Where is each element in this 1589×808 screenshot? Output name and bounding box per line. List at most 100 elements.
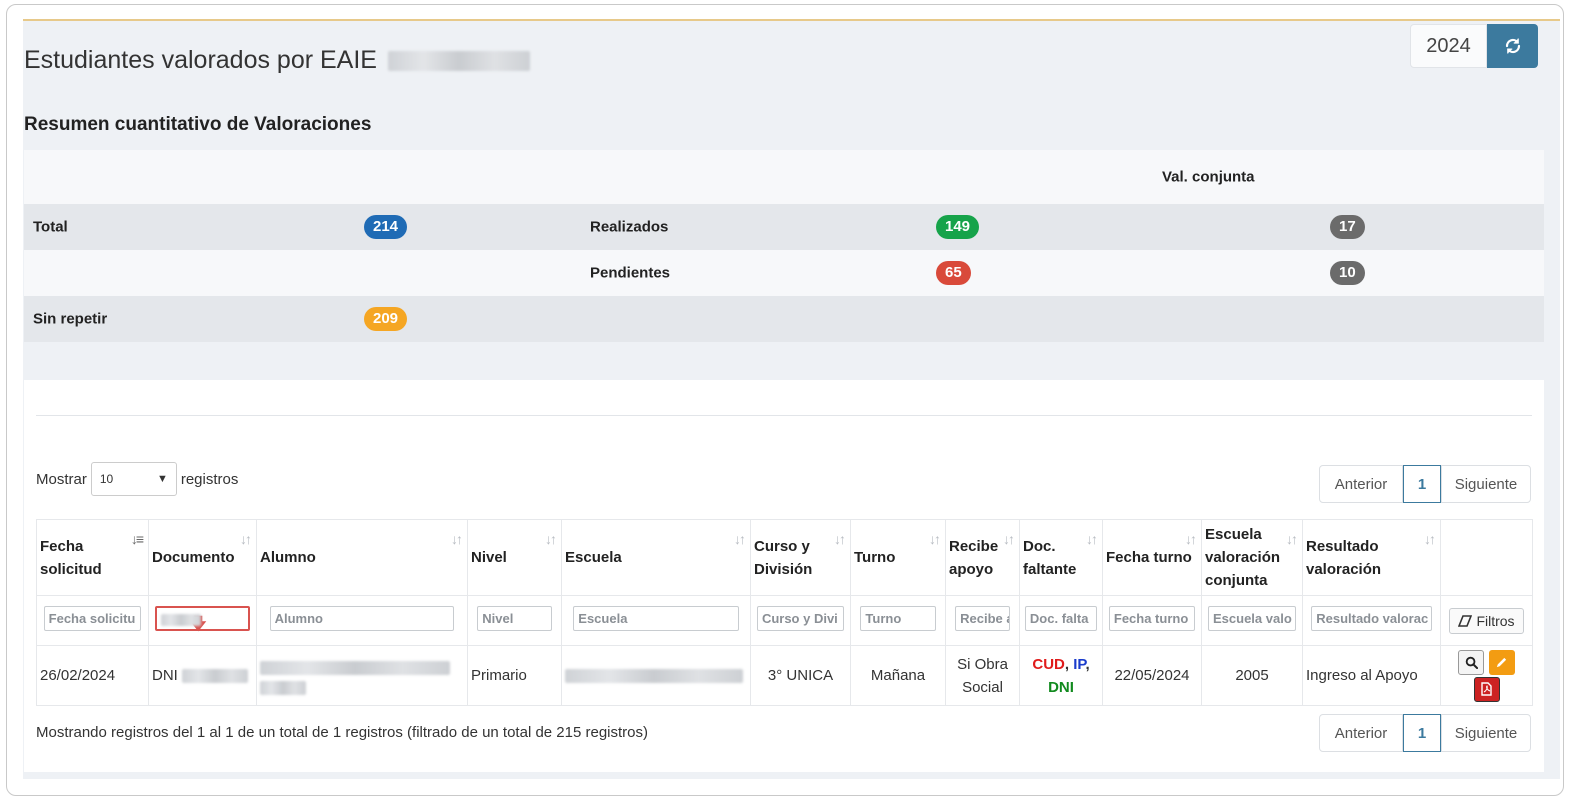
chevron-down-icon: ▼ [156, 473, 168, 485]
cell-doc-faltante: CUD, IP, DNI [1019, 645, 1103, 706]
filter-documento[interactable] [155, 605, 250, 631]
refresh-button[interactable] [1487, 24, 1538, 68]
filter-curso[interactable]: Curso y Divi [756, 605, 845, 631]
col-resultado[interactable]: Resultado valoración ↓↑ [1302, 519, 1441, 596]
eraser-icon [1458, 614, 1473, 627]
redacted-school [565, 669, 743, 684]
cell-curso: 3° UNICA [750, 645, 851, 706]
cell-actions [1440, 645, 1533, 706]
col-doc-faltante[interactable]: Doc. faltante ↓↑ [1019, 519, 1103, 596]
cell-nivel: Primario [467, 645, 562, 706]
registros-label: registros [180, 470, 239, 488]
sort-icon: ↓↑ [1286, 531, 1298, 547]
col-curso[interactable]: Curso y División ↓↑ [750, 519, 851, 596]
col-escuela[interactable]: Escuela ↓↑ [561, 519, 751, 596]
filter-turno[interactable]: Turno [860, 605, 936, 631]
col-nivel[interactable]: Nivel ↓↑ [467, 519, 562, 596]
doc-separator-2: , [1085, 655, 1090, 673]
filter-fecha-solicitud[interactable]: Fecha solicitu [43, 605, 142, 631]
filters-button[interactable]: Filtros [1449, 607, 1524, 634]
sort-icon: ↓↑ [834, 531, 846, 547]
filter-escuela-conjunta[interactable]: Escuela valo [1208, 605, 1296, 631]
records-table: Fecha solicitud↓≡ Documento↓↑ 🡇 Alumno↓↑… [36, 519, 1533, 706]
col-turno[interactable]: Turno ↓↑ [850, 519, 946, 596]
doc-dni: DNI [1048, 678, 1074, 696]
pendientes-label: Pendientes [590, 264, 671, 282]
sin-repetir-label: Sin repetir [33, 310, 108, 328]
next-page-button[interactable]: Siguiente [1441, 465, 1531, 503]
table-row: 26/02/2024 DNI Primario 3° UNICA Mañana … [36, 645, 1533, 706]
summary-title: Resumen cuantitativo de Valoraciones [24, 114, 372, 135]
cell-recibe-apoyo: Si Obra Social [945, 645, 1020, 706]
filter-row: Fecha solicitu Alumno Nivel Escuela Curs… [36, 595, 1533, 646]
filter-resultado[interactable]: Resultado valorac [1311, 605, 1432, 631]
documento-prefix: DNI [152, 667, 178, 684]
pendientes-badge: 65 [936, 261, 971, 285]
prev-page-button[interactable]: Anterior [1319, 465, 1403, 503]
divider [36, 415, 1532, 416]
cell-resultado: Ingreso al Apoyo [1302, 645, 1441, 706]
col-documento[interactable]: Documento↓↑ 🡇 [148, 519, 257, 633]
mostrar-label: Mostrar [36, 470, 87, 488]
filter-doc-faltante[interactable]: Doc. falta [1024, 605, 1098, 631]
col-fecha-turno[interactable]: Fecha turno ↓↑ [1102, 519, 1202, 596]
summary-row-sin-repetir: Sin repetir 209 [24, 296, 1544, 342]
cell-escuela-conjunta: 2005 [1201, 645, 1303, 706]
sin-repetir-badge: 209 [364, 307, 408, 331]
page-title-text: Estudiantes valorados por EAIE [24, 46, 377, 74]
filter-recibe-apoyo[interactable]: Recibe a [955, 605, 1010, 631]
doc-ip: IP [1073, 655, 1086, 673]
total-label: Total [33, 218, 68, 236]
next-page-button-bottom[interactable]: Siguiente [1441, 714, 1531, 752]
pendientes-conjunta-badge: 10 [1330, 261, 1365, 285]
sort-icon: ↓↑ [1086, 531, 1098, 547]
view-button[interactable] [1458, 649, 1485, 675]
year-display[interactable]: 2024 [1410, 24, 1487, 68]
col-actions [1440, 519, 1533, 596]
sort-icon: ↓↑ [545, 531, 557, 547]
records-card: Mostrar 10 ▼ registros Anterior 1 Siguie… [24, 380, 1544, 772]
summary-row-total: Total 214 Realizados 149 17 [24, 204, 1544, 250]
summary-header-row: Val. conjunta [24, 150, 1544, 204]
cell-turno: Mañana [850, 645, 946, 706]
sort-icon: ↓↑ [240, 531, 252, 547]
col-alumno[interactable]: Alumno ↓↑ [256, 519, 468, 596]
redacted-document [182, 669, 249, 684]
cell-alumno [256, 645, 468, 706]
col-fecha-solicitud[interactable]: Fecha solicitud ↓≡ [36, 519, 149, 596]
redacted-document-filter [161, 614, 202, 627]
realizados-label: Realizados [590, 218, 669, 236]
page-1-button-bottom[interactable]: 1 [1403, 714, 1441, 752]
col-recibe-apoyo[interactable]: Recibe apoyo ↓↑ [945, 519, 1020, 596]
filter-escuela[interactable]: Escuela [573, 605, 739, 631]
page-1-button[interactable]: 1 [1403, 465, 1441, 503]
page-size-value: 10 [99, 472, 114, 486]
prev-page-button-bottom[interactable]: Anterior [1319, 714, 1403, 752]
sort-asc-icon: ↓≡ [130, 531, 144, 547]
filter-alumno[interactable]: Alumno [269, 605, 455, 631]
realizados-badge: 149 [936, 215, 980, 239]
cell-documento: DNI [148, 645, 257, 706]
filters-button-label: Filtros [1476, 612, 1515, 629]
pencil-icon [1496, 657, 1507, 667]
total-badge: 214 [364, 215, 408, 239]
search-icon [1465, 656, 1478, 669]
page-size-select[interactable]: 10 ▼ [90, 462, 177, 496]
filter-fecha-turno[interactable]: Fecha turno [1108, 605, 1196, 631]
summary-row-pendientes: Pendientes 65 10 [24, 250, 1544, 296]
pagination-top: Anterior 1 Siguiente [1319, 465, 1531, 503]
edit-button[interactable] [1488, 649, 1515, 675]
pdf-button[interactable] [1473, 676, 1500, 702]
redacted-student-name-2 [260, 680, 306, 695]
col-escuela-conjunta[interactable]: Escuela valoración conjunta ↓↑ [1201, 519, 1303, 596]
redacted-name [387, 51, 530, 72]
pagination-bottom: Anterior 1 Siguiente [1319, 714, 1531, 752]
doc-cud: CUD [1032, 655, 1065, 673]
sort-icon: ↓↑ [1185, 531, 1197, 547]
sort-icon: ↓↑ [734, 531, 746, 547]
pdf-icon [1481, 682, 1492, 696]
sort-icon: ↓↑ [1424, 531, 1436, 547]
filter-nivel[interactable]: Nivel [477, 605, 552, 631]
realizados-conjunta-badge: 17 [1330, 215, 1365, 239]
table-header-row: Fecha solicitud↓≡ Documento↓↑ 🡇 Alumno↓↑… [36, 519, 1533, 633]
